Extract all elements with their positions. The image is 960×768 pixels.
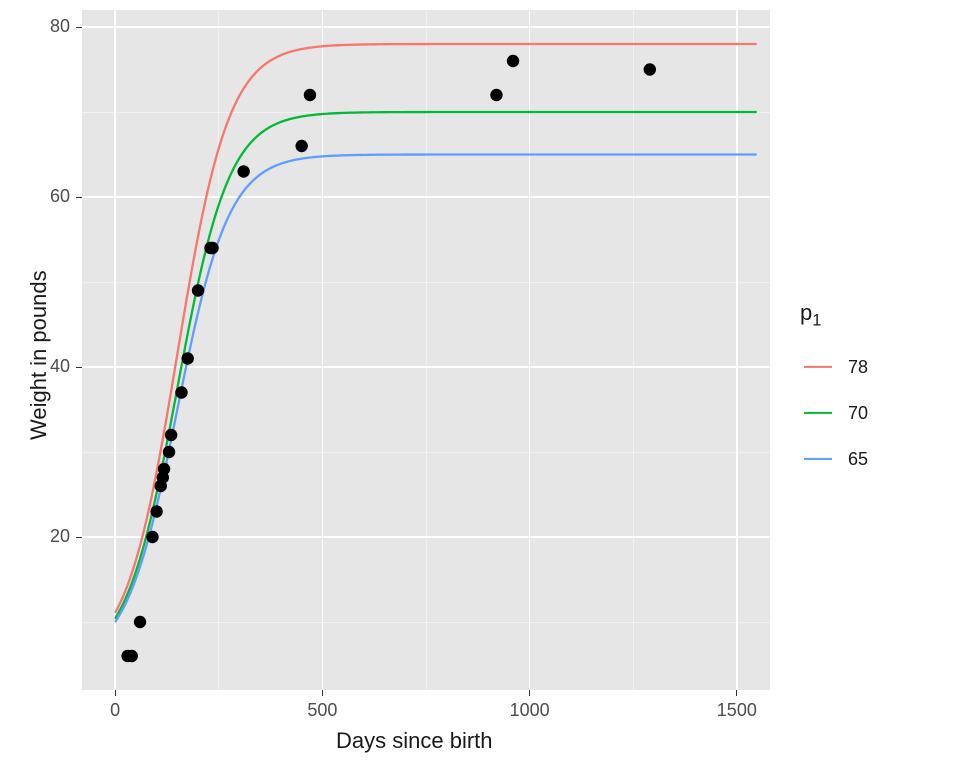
y-tick-label: 20 bbox=[50, 526, 70, 547]
y-axis-title: Weight in pounds bbox=[26, 270, 52, 440]
x-tick-label: 1500 bbox=[712, 700, 762, 721]
data-point bbox=[237, 165, 249, 177]
x-tick-label: 1000 bbox=[505, 700, 555, 721]
data-point bbox=[295, 140, 307, 152]
data-point bbox=[126, 650, 138, 662]
data-point bbox=[490, 89, 502, 101]
data-point bbox=[134, 616, 146, 628]
legend-key bbox=[800, 444, 836, 474]
data-point bbox=[192, 284, 204, 296]
legend-key bbox=[800, 398, 836, 428]
legend-key bbox=[800, 352, 836, 382]
data-point bbox=[165, 429, 177, 441]
legend-label: 70 bbox=[848, 403, 868, 424]
data-point bbox=[206, 242, 218, 254]
scatter-points bbox=[121, 55, 656, 662]
plot-svg bbox=[0, 0, 960, 768]
data-point bbox=[644, 63, 656, 75]
legend-item-65: 65 bbox=[800, 444, 868, 474]
legend-label: 65 bbox=[848, 449, 868, 470]
data-point bbox=[507, 55, 519, 67]
legend-title: p1 bbox=[800, 300, 821, 330]
y-tick-label: 60 bbox=[50, 186, 70, 207]
y-tick-label: 40 bbox=[50, 356, 70, 377]
legend-line-icon bbox=[804, 366, 832, 368]
x-axis-title: Days since birth bbox=[336, 728, 493, 754]
legend-item-70: 70 bbox=[800, 398, 868, 428]
data-point bbox=[158, 463, 170, 475]
series-lines bbox=[115, 44, 757, 622]
data-point bbox=[146, 531, 158, 543]
data-point bbox=[181, 352, 193, 364]
data-point bbox=[175, 386, 187, 398]
chart-root: 0 500 1000 1500 20 40 60 80 Days since birth We… bbox=[0, 0, 960, 768]
data-point bbox=[150, 505, 162, 517]
legend-label: 78 bbox=[848, 357, 868, 378]
legend-line-icon bbox=[804, 458, 832, 460]
x-tick-label: 0 bbox=[90, 700, 140, 721]
series-line-70 bbox=[115, 112, 757, 619]
y-tick-label: 80 bbox=[50, 16, 70, 37]
data-point bbox=[163, 446, 175, 458]
series-line-78 bbox=[115, 44, 757, 613]
legend-item-78: 78 bbox=[800, 352, 868, 382]
data-point bbox=[304, 89, 316, 101]
x-tick-label: 500 bbox=[297, 700, 347, 721]
legend-line-icon bbox=[804, 412, 832, 414]
series-line-65 bbox=[115, 155, 757, 623]
